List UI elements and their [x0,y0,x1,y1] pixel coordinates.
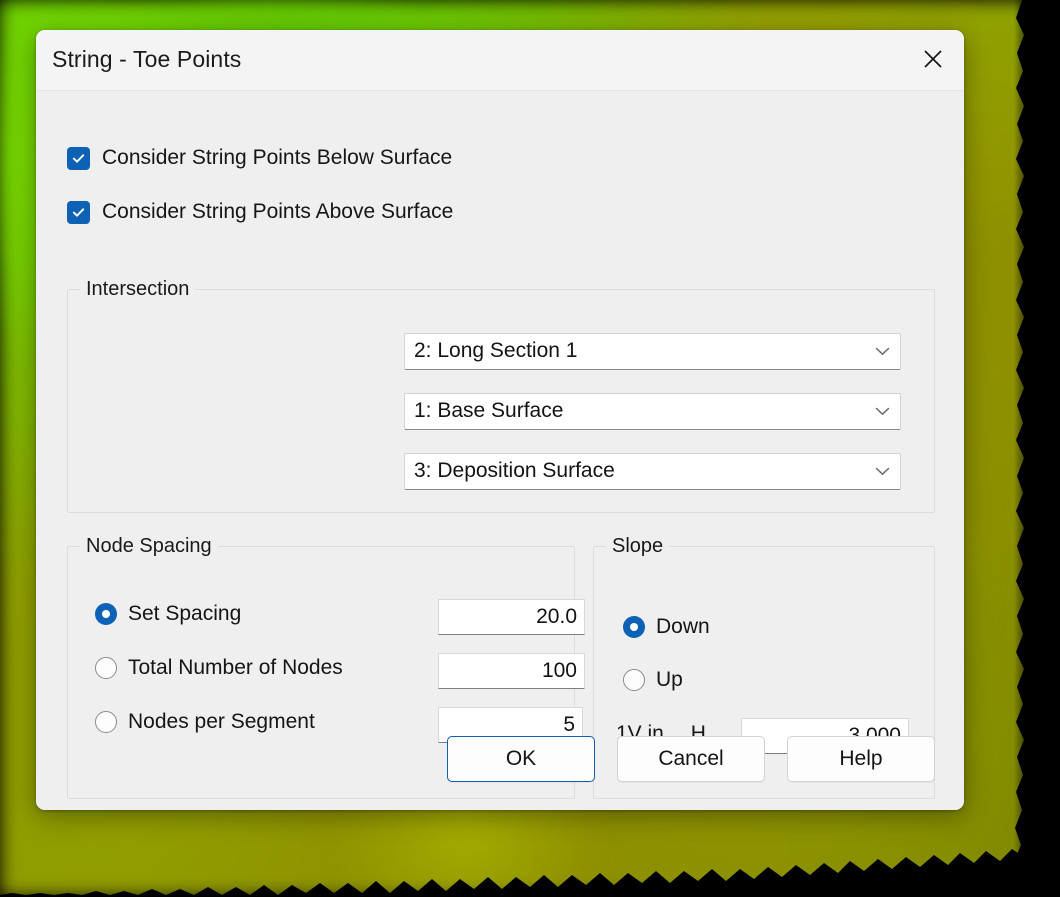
radio-slope-up-label: Up [656,668,683,691]
radio-slope-down[interactable]: Down [623,615,710,639]
checkmark-icon [67,146,90,170]
dialog-string-toe-points: String - Toe Points Consider String Poin… [36,30,964,810]
checkbox-consider-above-label: Consider String Points Above Surface [102,200,454,223]
checkbox-consider-above[interactable]: Consider String Points Above Surface [67,200,453,224]
radio-slope-up[interactable]: Up [623,668,683,692]
radio-unselected-icon [95,711,117,733]
input-total-number-of-nodes-value: 100 [541,659,577,682]
radio-unselected-icon [623,669,645,691]
radio-unselected-icon [95,657,117,679]
chevron-down-icon [864,467,900,476]
dropdown-intersection-surface-no-value: 1: Base Surface [414,399,564,422]
dropdown-intersection-surface-no[interactable]: 1: Base Surface [404,392,901,430]
close-icon [921,47,945,71]
group-node-spacing-legend: Node Spacing [80,535,218,558]
terrain-right-fade [1014,0,1060,897]
checkbox-consider-below-label: Consider String Points Below Surface [102,146,453,169]
ok-button[interactable]: OK [447,736,595,782]
dropdown-string-no-value: 2: Long Section 1 [414,339,578,362]
dialog-titlebar: String - Toe Points [36,30,964,91]
radio-nodes-per-segment-label: Nodes per Segment [128,710,315,733]
radio-total-number-of-nodes-label: Total Number of Nodes [128,656,343,679]
input-set-spacing[interactable]: 20.0 [438,599,585,635]
desktop-background: String - Toe Points Consider String Poin… [0,0,1060,897]
group-slope-legend: Slope [606,535,670,558]
radio-set-spacing[interactable]: Set Spacing [95,602,241,626]
radio-selected-icon [623,616,645,638]
dialog-title: String - Toe Points [52,46,242,72]
checkmark-icon [67,200,90,224]
radio-selected-icon [95,603,117,625]
help-button[interactable]: Help [787,736,935,782]
dropdown-add-nodes-to-surface-no[interactable]: 3: Deposition Surface [404,452,901,490]
group-intersection-legend: Intersection [80,278,196,301]
dropdown-add-nodes-to-surface-no-value: 3: Deposition Surface [414,459,615,482]
radio-total-number-of-nodes[interactable]: Total Number of Nodes [95,656,343,680]
dialog-body: Consider String Points Below Surface Con… [36,91,964,810]
chevron-down-icon [864,407,900,416]
close-button[interactable] [902,30,964,88]
chevron-down-icon [864,347,900,356]
radio-slope-down-label: Down [656,615,710,638]
cancel-button[interactable]: Cancel [617,736,765,782]
input-set-spacing-value: 20.0 [536,605,577,628]
radio-nodes-per-segment[interactable]: Nodes per Segment [95,710,315,734]
dropdown-string-no[interactable]: 2: Long Section 1 [404,332,901,370]
checkbox-consider-below[interactable]: Consider String Points Below Surface [67,146,452,170]
input-nodes-per-segment-value: 5 [563,713,575,736]
radio-set-spacing-label: Set Spacing [128,602,242,625]
input-total-number-of-nodes[interactable]: 100 [438,653,585,689]
terrain-bottom-edge [0,847,1060,897]
group-intersection: Intersection String No. 2: Long Section … [67,278,935,513]
